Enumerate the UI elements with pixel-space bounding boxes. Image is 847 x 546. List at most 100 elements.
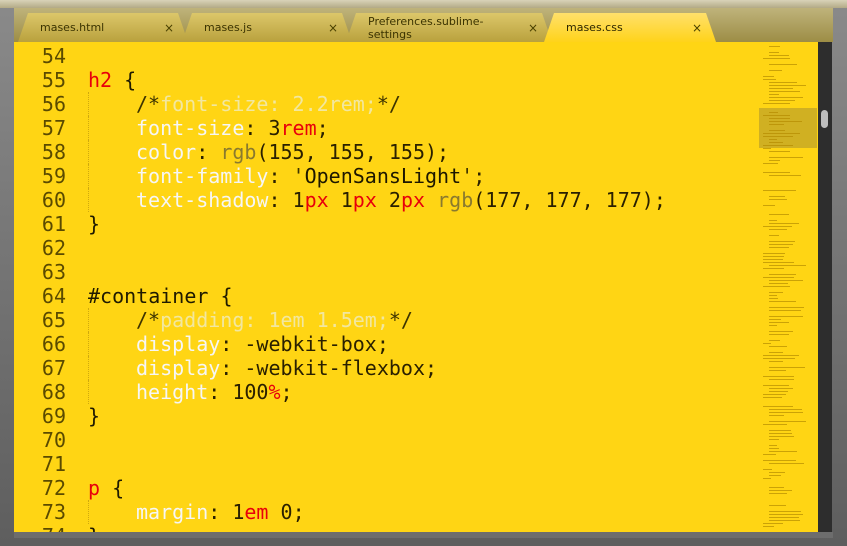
minimap-line <box>763 376 794 377</box>
code-line[interactable]: display: -webkit-flexbox; <box>88 356 437 380</box>
code-line[interactable]: #container { <box>88 284 233 308</box>
close-icon[interactable]: × <box>528 21 538 35</box>
minimap-line <box>769 97 803 98</box>
minimap-line <box>763 205 775 206</box>
minimap-line <box>769 244 793 245</box>
line-number: 71 <box>41 452 66 476</box>
line-number: 54 <box>41 44 66 68</box>
tab-bar: mases.html × mases.js × Preferences.subl… <box>14 8 833 42</box>
minimap-line <box>769 52 779 53</box>
minimap-line <box>769 409 802 410</box>
minimap-line <box>763 58 790 59</box>
code-line[interactable]: } <box>88 212 100 236</box>
minimap-line <box>763 115 790 116</box>
window-bottom-frame <box>14 532 833 538</box>
code-line[interactable]: text-shadow: 1px 1px 2px rgb(177, 177, 1… <box>88 188 666 212</box>
minimap-line <box>769 85 806 86</box>
code-line[interactable]: } <box>88 404 100 428</box>
line-number: 57 <box>41 116 66 140</box>
minimap-line <box>763 136 793 137</box>
tab-preferences-sublime-settings[interactable]: Preferences.sublime-settings × <box>346 13 552 42</box>
minimap-line <box>763 355 799 356</box>
minimap-line <box>769 130 785 131</box>
minimap-line <box>769 70 782 71</box>
minimap-viewport[interactable] <box>759 108 817 148</box>
line-number: 62 <box>41 236 66 260</box>
minimap-line <box>769 520 800 521</box>
minimap-line <box>769 283 788 284</box>
minimap-line <box>769 121 802 122</box>
line-number: 74 <box>14 524 66 532</box>
line-number: 73 <box>41 500 66 524</box>
minimap-line <box>769 274 796 275</box>
minimap-line <box>769 331 793 332</box>
line-number: 66 <box>41 332 66 356</box>
minimap-line <box>769 298 778 299</box>
minimap-line <box>763 103 790 104</box>
minimap-line <box>769 388 793 389</box>
minimap-line <box>769 64 797 65</box>
code-line[interactable]: height: 100%; <box>88 380 293 404</box>
minimap-line <box>763 385 789 386</box>
minimap-line <box>763 256 784 257</box>
window-frame-top <box>0 0 847 8</box>
line-number: 67 <box>41 356 66 380</box>
minimap-line <box>763 397 782 398</box>
tab-label: Preferences.sublime-settings <box>368 14 484 41</box>
minimap-line <box>763 133 800 134</box>
minimap-line <box>769 514 803 515</box>
minimap-line <box>769 265 806 266</box>
scrollbar-thumb[interactable] <box>821 110 828 128</box>
code-line[interactable]: h2 { <box>88 68 136 92</box>
code-line[interactable]: display: -webkit-box; <box>88 332 389 356</box>
minimap-line <box>769 445 777 446</box>
line-number: 72 <box>41 476 66 500</box>
minimap-line <box>763 469 772 470</box>
minimap-line <box>769 160 780 161</box>
minimap-line <box>763 523 783 524</box>
minimap-line <box>769 157 803 158</box>
minimap-line <box>769 247 789 248</box>
line-number: 58 <box>41 140 66 164</box>
vertical-scrollbar[interactable] <box>818 42 832 532</box>
tab-mases-js[interactable]: mases.js × <box>182 13 352 42</box>
code-line[interactable]: font-family: 'OpenSansLight'; <box>88 164 485 188</box>
minimap-line <box>763 277 794 278</box>
code-line[interactable]: p { <box>88 476 124 500</box>
close-icon[interactable]: × <box>692 21 702 35</box>
minimap-line <box>769 370 786 371</box>
minimap[interactable] <box>759 42 817 532</box>
minimap-line <box>769 319 781 320</box>
tab-mases-html[interactable]: mases.html × <box>18 13 188 42</box>
minimap-line <box>769 361 783 362</box>
close-icon[interactable]: × <box>328 21 338 35</box>
minimap-line <box>769 316 803 317</box>
minimap-line <box>763 163 778 164</box>
minimap-line <box>769 391 788 392</box>
minimap-line <box>769 307 804 308</box>
close-icon[interactable]: × <box>164 21 174 35</box>
code-area[interactable]: h2 {/*font-size: 2.2rem;*/font-size: 3re… <box>88 42 758 532</box>
line-number: 61 <box>41 212 66 236</box>
minimap-line <box>763 394 786 395</box>
minimap-line <box>769 91 800 92</box>
tab-mases-css[interactable]: mases.css × <box>544 13 716 42</box>
minimap-line <box>769 235 779 236</box>
minimap-line <box>769 220 777 221</box>
code-line[interactable]: color: rgb(155, 155, 155); <box>88 140 449 164</box>
minimap-line <box>763 454 776 455</box>
code-line[interactable]: } <box>88 524 100 532</box>
code-line[interactable]: font-size: 3rem; <box>88 116 329 140</box>
minimap-line <box>769 415 784 416</box>
line-number: 64 <box>41 284 66 308</box>
minimap-line <box>769 463 804 464</box>
code-line[interactable]: /*font-size: 2.2rem;*/ <box>88 92 401 116</box>
minimap-line <box>763 253 785 254</box>
code-editor[interactable]: 54 55 56 57 58 59 60 61 62 63 64 65 66 67 68 69 70 71 72 73… <box>14 42 818 532</box>
code-line[interactable]: margin: 1em 0; <box>88 500 305 524</box>
minimap-line <box>769 511 801 512</box>
code-line[interactable]: /*padding: 1em 1.5em;*/ <box>88 308 413 332</box>
line-number: 63 <box>41 260 66 284</box>
minimap-line <box>769 310 801 311</box>
minimap-line <box>769 493 787 494</box>
